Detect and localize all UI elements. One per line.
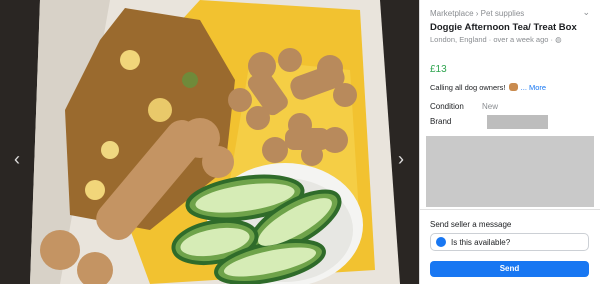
dog-emoji-icon (508, 83, 518, 91)
section-divider (420, 209, 600, 210)
message-input[interactable]: Is this available? (430, 233, 589, 251)
send-message-heading: Send seller a message (430, 220, 512, 229)
listing-photo[interactable]: ‹ › (0, 0, 419, 284)
treat-box-image (0, 0, 419, 284)
listing-price: £13 (430, 64, 447, 75)
chevron-left-icon[interactable]: ‹ (8, 150, 26, 168)
condition-label: Condition (430, 102, 464, 111)
see-more-link[interactable]: ... More (521, 83, 546, 92)
chevron-right-icon[interactable]: › (392, 150, 410, 168)
listing-details-panel: Marketplace › Pet supplies ⌄ Doggie Afte… (419, 0, 600, 284)
location-map (426, 136, 594, 207)
listing-title: Doggie Afternoon Tea/ Treat Box (430, 22, 577, 33)
condition-value: New (482, 102, 499, 111)
globe-icon: ◍ (555, 35, 562, 44)
messenger-icon (436, 237, 446, 247)
brand-label: Brand (430, 117, 452, 126)
breadcrumb[interactable]: Marketplace › Pet supplies (430, 9, 524, 18)
description-text: Calling all dog owners! (430, 83, 506, 92)
send-button[interactable]: Send (430, 261, 589, 277)
marketplace-listing: ‹ › Marketplace › Pet supplies ⌄ Doggie … (0, 0, 600, 284)
listing-description: Calling all dog owners! ... More (430, 83, 546, 92)
listing-location: London, England · over a week ago · ◍ (430, 35, 562, 44)
location-text: London, England · over a week ago · (430, 35, 553, 44)
message-text: Is this available? (451, 238, 511, 247)
brand-value-redacted (487, 115, 548, 129)
chevron-down-icon[interactable]: ⌄ (582, 7, 590, 18)
